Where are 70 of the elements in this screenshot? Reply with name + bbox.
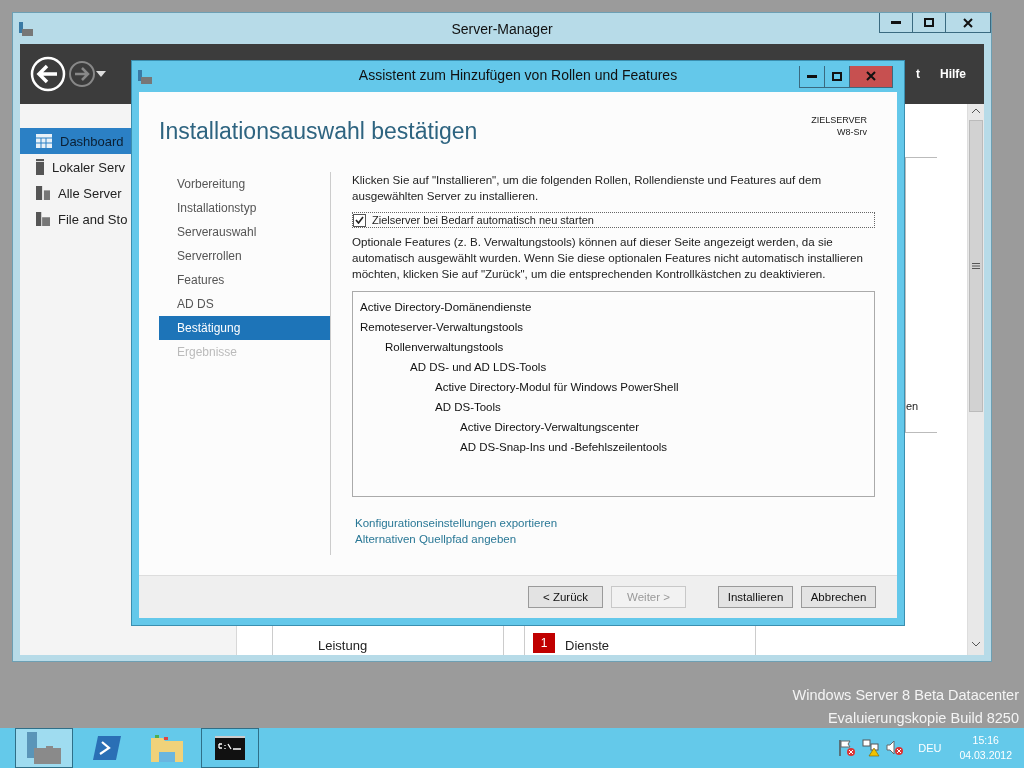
- checkbox[interactable]: [353, 213, 366, 227]
- scrollbar[interactable]: [967, 104, 984, 655]
- command-prompt-icon: [215, 736, 245, 760]
- sidebar-label: Alle Server: [58, 185, 122, 201]
- minimize-button[interactable]: [799, 65, 825, 88]
- link[interactable]: Konfigurationseinstellungen exportieren: [355, 515, 558, 531]
- feature-item: AD DS- und AD LDS-Tools: [410, 360, 548, 375]
- panel-text: en: [906, 400, 919, 412]
- close-icon: [963, 17, 973, 28]
- sidebar-label: Lokaler Serv: [52, 159, 125, 175]
- wizard-step[interactable]: AD DS: [159, 292, 330, 316]
- feature-item: Rollenverwaltungstools: [385, 340, 505, 355]
- date: 04.03.2012: [959, 748, 1012, 763]
- feature-item: Active Directory-Domänendienste: [360, 300, 533, 315]
- folder-icon: [151, 734, 183, 762]
- servers-icon: [36, 185, 50, 201]
- server-manager-icon: [19, 21, 33, 36]
- tile-label: Dienste: [565, 638, 610, 653]
- caret-icon[interactable]: [96, 71, 106, 77]
- wizard-step[interactable]: Features: [159, 268, 330, 292]
- server-manager-icon: [27, 732, 61, 764]
- close-button[interactable]: [945, 13, 991, 33]
- feature-item: Remoteserver-Verwaltungstools: [360, 320, 524, 335]
- wizard-step[interactable]: Serverauswahl: [159, 220, 330, 244]
- back-icon[interactable]: [30, 56, 66, 92]
- restart-checkbox[interactable]: Zielserver bei Bedarf automatisch neu starten: [352, 212, 875, 228]
- intro-text: Klicken Sie auf "Installieren", um die folgenden Rollen, Rollendienste und Features auf dem ausgewählten Server zu installieren.: [352, 172, 823, 204]
- speaker-muted-icon[interactable]: [886, 739, 905, 757]
- dialog-button[interactable]: < Zurück: [528, 586, 603, 608]
- wizard-step[interactable]: Bestätigung: [159, 316, 330, 340]
- server-manager-icon: [138, 69, 152, 84]
- close-icon: [866, 71, 876, 81]
- wizard-step[interactable]: Installationstyp: [159, 196, 330, 220]
- maximize-icon: [832, 71, 842, 81]
- target-server: W8-Srv: [836, 126, 867, 138]
- network-warning-icon[interactable]: [862, 739, 881, 757]
- powershell-icon: [93, 736, 121, 760]
- feature-item: AD DS-Snap-Ins und -Befehlszeilentools: [460, 440, 669, 455]
- checkbox-label: Zielserver bei Bedarf automatisch neu starten: [372, 214, 594, 226]
- tile-label: Leistung: [318, 638, 368, 653]
- edition-text: Evaluierungskopie Build 8250: [827, 709, 1019, 728]
- close-button[interactable]: [849, 65, 893, 88]
- feature-item: AD DS-Tools: [435, 400, 502, 415]
- dialog-button[interactable]: Installieren: [718, 586, 793, 608]
- dialog-button[interactable]: Abbrechen: [801, 586, 876, 608]
- feature-item: Active Directory-Verwaltungscenter: [460, 420, 640, 435]
- dialog-title: Assistent zum Hinzufügen von Rollen und Features: [358, 67, 678, 83]
- grid-icon: [36, 134, 52, 148]
- minimize-icon: [891, 21, 901, 24]
- count-badge: 1: [533, 633, 555, 653]
- sidebar-label: File and Sto: [58, 211, 128, 227]
- maximize-icon: [924, 18, 934, 27]
- window-title: Server-Manager: [451, 21, 553, 37]
- menu-item[interactable]: Hilfe: [940, 67, 966, 81]
- grip-icon[interactable]: [972, 263, 980, 269]
- storage-icon: [36, 211, 50, 227]
- time: 15:16: [972, 733, 999, 748]
- feature-item: Active Directory-Modul für Windows PowerShell: [435, 380, 680, 395]
- flag-icon[interactable]: [838, 739, 857, 757]
- menu-item[interactable]: t: [916, 67, 920, 81]
- link[interactable]: Alternativen Quellpfad angeben: [355, 531, 517, 547]
- taskbar-button[interactable]: [201, 728, 259, 768]
- minimize-icon: [807, 74, 817, 78]
- target-label: ZIELSERVER: [811, 114, 867, 126]
- note-text: Optionale Features (z. B. Verwaltungstools) können auf dieser Seite angezeigt werden, da sie automatisch ausgewählt wurden. Wenn Sie diese optionalen Features nicht automatisch installieren möchten, klicken Sie auf "Zurück", um die entsprechenden Kontrollkästchen zu deaktivieren.: [352, 234, 864, 282]
- minimize-button[interactable]: [879, 13, 913, 33]
- edition-text: Windows Server 8 Beta Datacenter: [792, 686, 1019, 705]
- sidebar-label: Dashboard: [60, 133, 124, 149]
- server-icon: [36, 159, 44, 175]
- wizard-step[interactable]: Serverrollen: [159, 244, 330, 268]
